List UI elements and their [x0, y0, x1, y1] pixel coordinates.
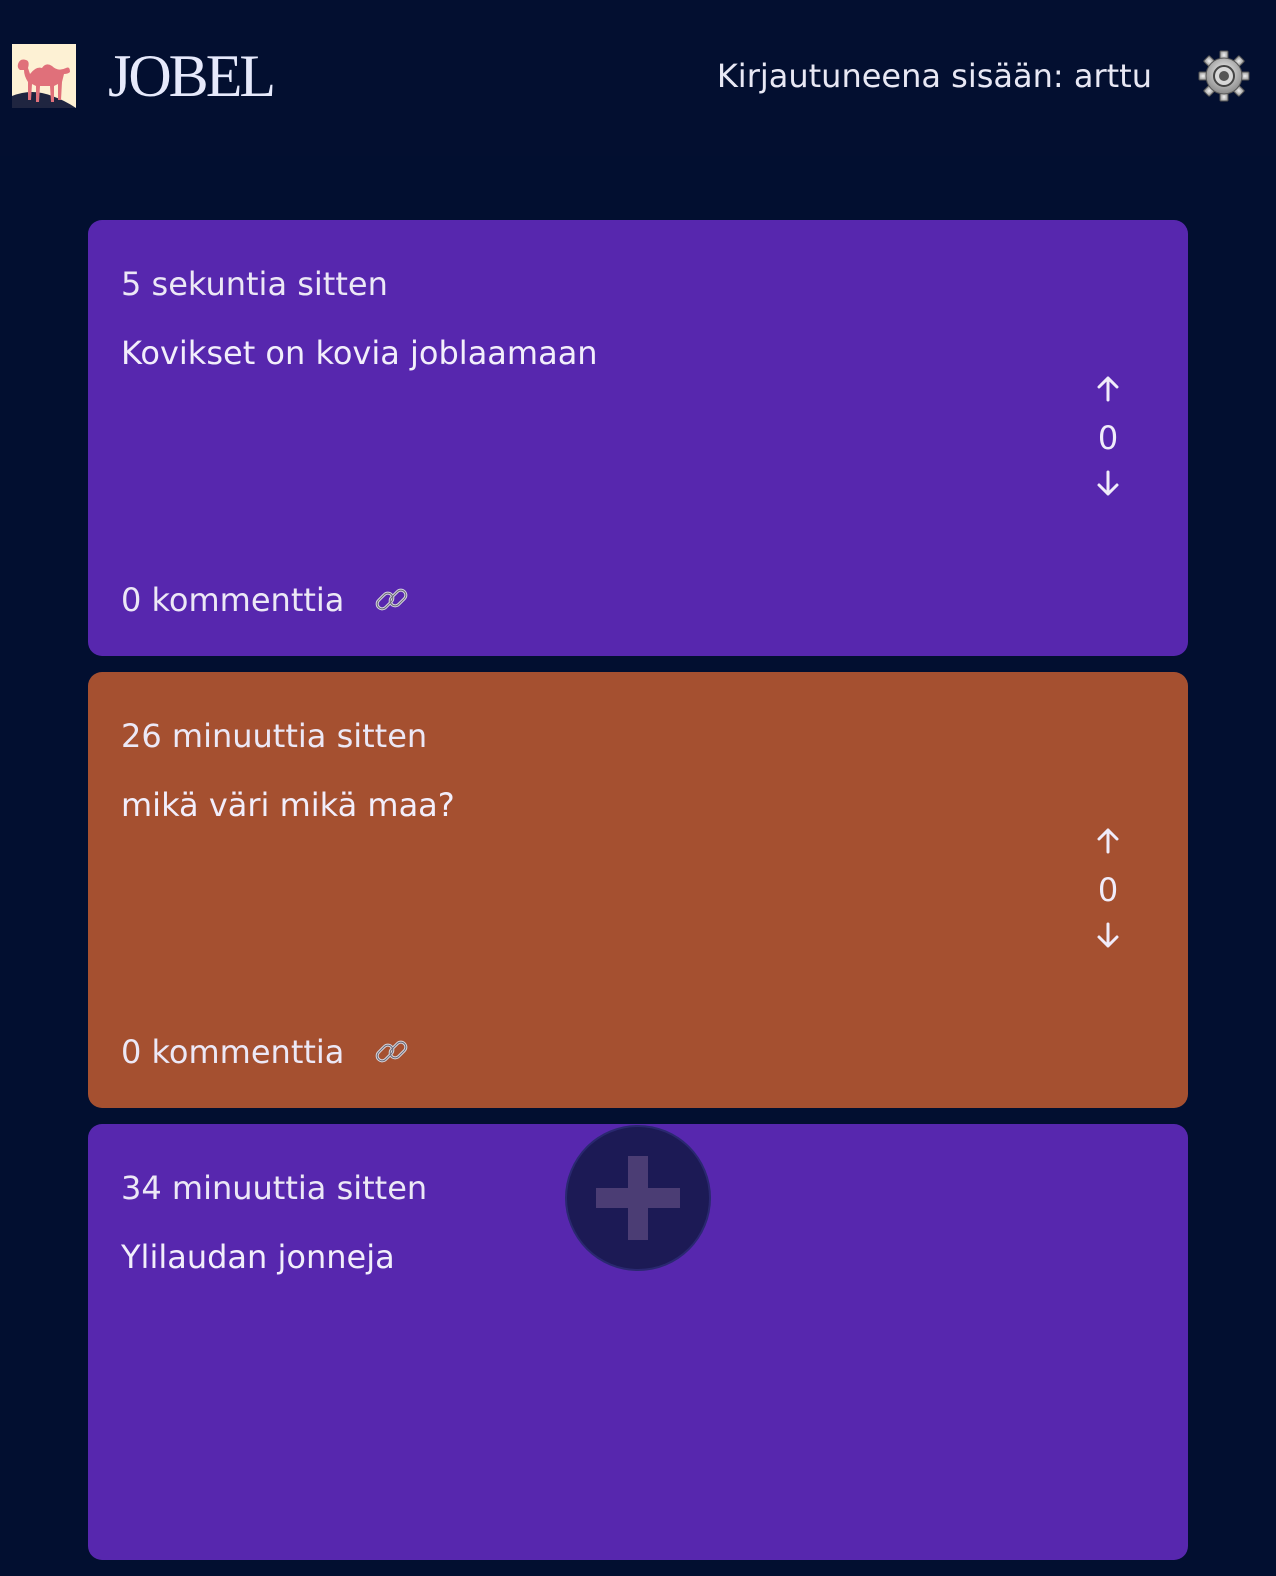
- post-text: mikä väri mikä maa?: [121, 786, 455, 824]
- camel-logo-icon[interactable]: [12, 44, 76, 108]
- link-icon[interactable]: [374, 1034, 410, 1070]
- vote-control: 0: [1084, 370, 1132, 506]
- post-card[interactable]: 26 minuuttia sitten mikä väri mikä maa? …: [88, 672, 1188, 1108]
- comment-count[interactable]: 0 kommenttia: [121, 1032, 344, 1072]
- arrow-up-icon[interactable]: [1084, 370, 1132, 410]
- post-text: Kovikset on kovia joblaamaan: [121, 334, 598, 372]
- plus-icon: [596, 1156, 680, 1240]
- brand-title[interactable]: JOBEL: [108, 42, 276, 110]
- post-timestamp: 34 minuuttia sitten: [121, 1169, 428, 1207]
- post-footer: 0 kommenttia: [121, 580, 410, 620]
- post-text: Ylilaudan jonneja: [121, 1238, 395, 1276]
- post-timestamp: 5 sekuntia sitten: [121, 265, 388, 303]
- arrow-up-icon[interactable]: [1084, 822, 1132, 862]
- vote-control: 0: [1084, 822, 1132, 958]
- post-feed: 5 sekuntia sitten Kovikset on kovia jobl…: [88, 220, 1188, 1576]
- vote-score: 0: [1097, 419, 1119, 457]
- arrow-down-icon[interactable]: [1084, 918, 1132, 958]
- login-status: Kirjautuneena sisään: arttu: [716, 57, 1152, 95]
- link-icon[interactable]: [374, 582, 410, 618]
- post-footer: 0 kommenttia: [121, 1032, 410, 1072]
- arrow-down-icon[interactable]: [1084, 466, 1132, 506]
- gear-icon[interactable]: [1198, 50, 1250, 102]
- new-post-button[interactable]: [567, 1127, 709, 1269]
- post-timestamp: 26 minuuttia sitten: [121, 717, 428, 755]
- post-card[interactable]: 5 sekuntia sitten Kovikset on kovia jobl…: [88, 220, 1188, 656]
- app-header: JOBEL Kirjautuneena sisään: arttu: [0, 0, 1276, 156]
- vote-score: 0: [1097, 871, 1119, 909]
- comment-count[interactable]: 0 kommenttia: [121, 580, 344, 620]
